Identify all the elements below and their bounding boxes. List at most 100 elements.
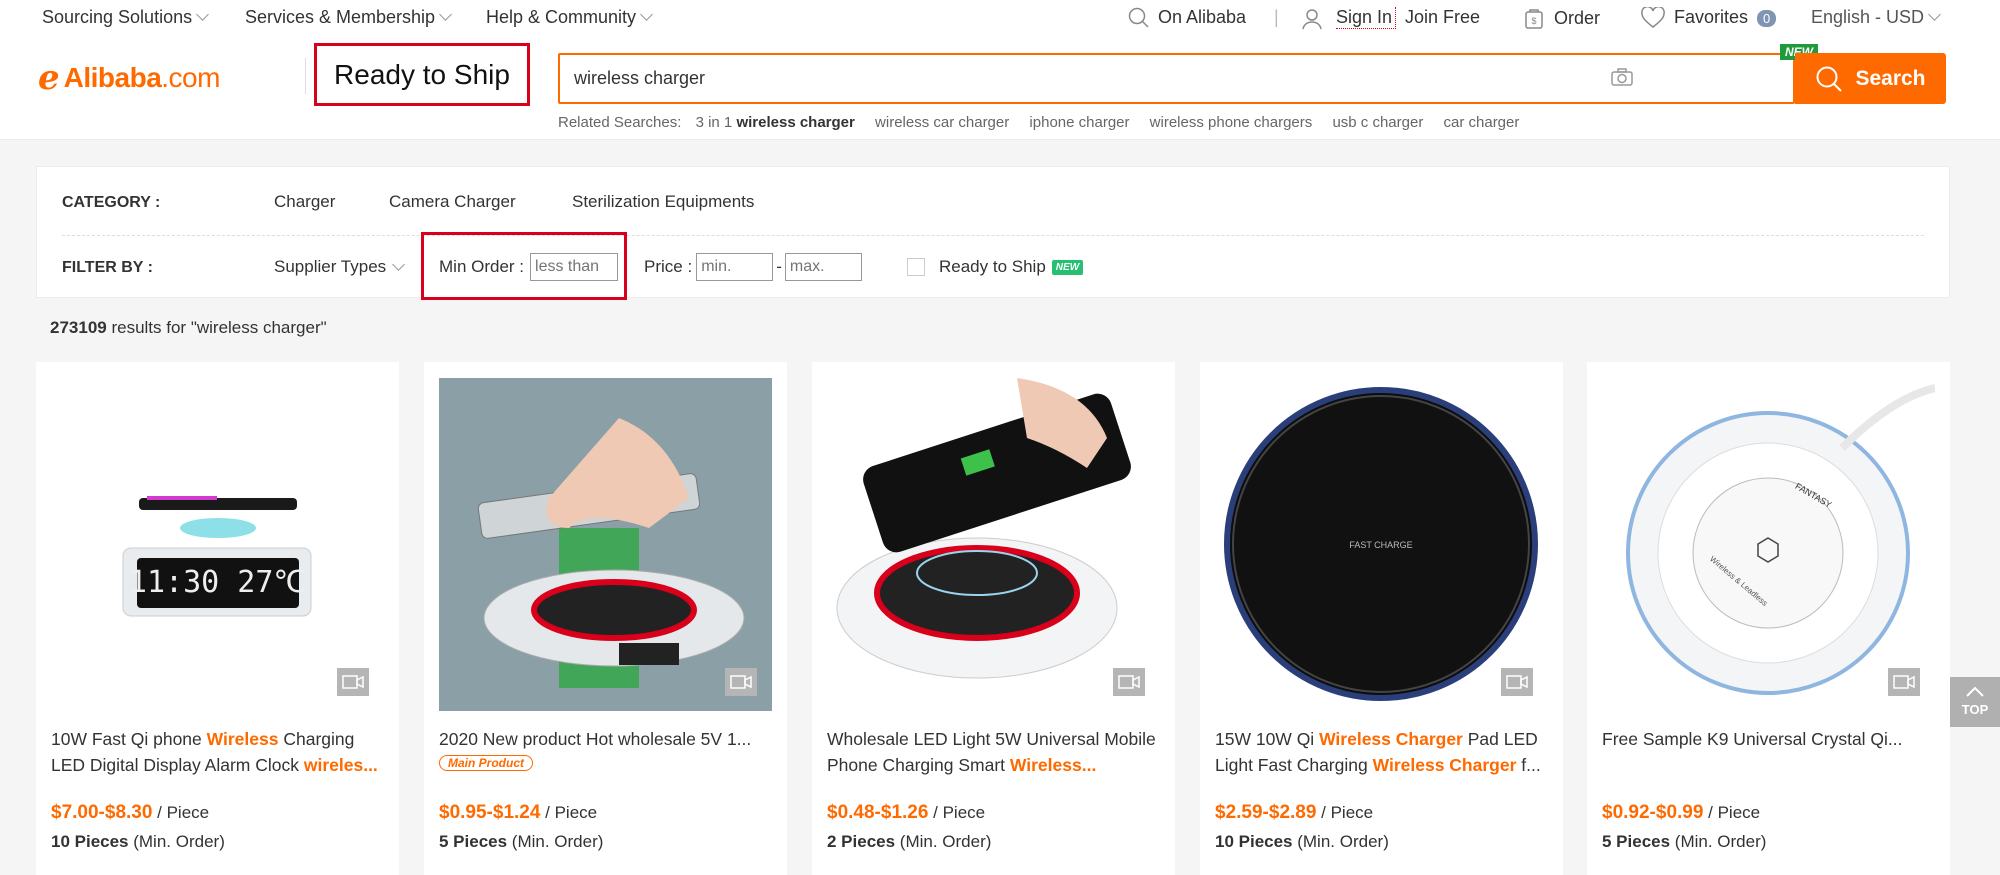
product-price: $2.59-$2.89 / Piece bbox=[1215, 802, 1374, 823]
product-price: $7.00-$8.30 / Piece bbox=[51, 802, 210, 823]
main-product-badge: Main Product bbox=[439, 754, 534, 774]
product-card[interactable]: FAST CHARGE 15W 10W Qi Wireless Charger … bbox=[1200, 362, 1563, 875]
product-image[interactable]: FANTASY Wireless & Leadless bbox=[1602, 378, 1935, 711]
product-image[interactable]: FAST CHARGE bbox=[1215, 378, 1548, 711]
ready-to-ship-checkbox[interactable] bbox=[907, 258, 925, 276]
favorites-link[interactable]: Favorites 0 bbox=[1640, 6, 1777, 29]
related-searches: Related Searches: 3 in 1 wireless charge… bbox=[558, 114, 1535, 131]
min-order-highlight bbox=[421, 232, 627, 300]
product-min-order: 10 Pieces (Min. Order) bbox=[1215, 832, 1389, 851]
product-card[interactable]: Wholesale LED Light 5W Universal Mobile … bbox=[812, 362, 1175, 875]
related-search-item[interactable]: wireless phone chargers bbox=[1150, 114, 1313, 131]
filter-by-label: FILTER BY : bbox=[62, 259, 153, 276]
heart-icon bbox=[1641, 6, 1665, 29]
product-min-order: 2 Pieces (Min. Order) bbox=[827, 832, 992, 851]
user-icon bbox=[1302, 9, 1322, 30]
search-button-label: Search bbox=[1855, 66, 1926, 90]
nav-help-label: Help & Community bbox=[486, 7, 637, 27]
favorites-label: Favorites bbox=[1674, 7, 1749, 27]
chevron-down-icon bbox=[439, 8, 452, 21]
video-icon[interactable] bbox=[337, 668, 369, 696]
divider bbox=[62, 235, 1924, 236]
category-camera-charger[interactable]: Camera Charger bbox=[389, 192, 516, 212]
related-search-item[interactable]: wireless car charger bbox=[875, 114, 1009, 131]
logo-divider bbox=[305, 58, 306, 94]
back-to-top-button[interactable]: TOP bbox=[1950, 677, 2000, 727]
price-dash: - bbox=[776, 257, 782, 276]
product-min-order: 5 Pieces (Min. Order) bbox=[1602, 832, 1767, 851]
category-sterilization-equipments[interactable]: Sterilization Equipments bbox=[572, 192, 754, 212]
crystal-charging-pad-image: FANTASY Wireless & Leadless bbox=[1626, 384, 1935, 695]
product-image[interactable]: 11:30 27℃ bbox=[51, 378, 384, 711]
search-icon bbox=[1128, 8, 1149, 28]
nav-sourcing-label: Sourcing Solutions bbox=[42, 7, 193, 27]
product-image[interactable] bbox=[439, 378, 772, 711]
search-input[interactable]: wireless charger bbox=[574, 68, 705, 89]
product-title[interactable]: Free Sample K9 Universal Crystal Qi... bbox=[1602, 726, 1935, 778]
price-filter: Price : - bbox=[644, 251, 862, 283]
ready-to-ship-title[interactable]: Ready to Ship bbox=[314, 43, 530, 106]
chevron-down-icon bbox=[196, 8, 209, 21]
language-label: English - USD bbox=[1811, 7, 1925, 27]
favorites-count-badge: 0 bbox=[1757, 9, 1777, 27]
ready-to-ship-filter[interactable]: Ready to Ship NEW bbox=[907, 251, 1084, 283]
price-label: Price : bbox=[644, 257, 693, 276]
product-title[interactable]: Wholesale LED Light 5W Universal Mobile … bbox=[827, 726, 1160, 778]
product-title[interactable]: 15W 10W Qi Wireless Charger Pad LED Ligh… bbox=[1215, 726, 1548, 778]
on-alibaba-search[interactable]: On Alibaba bbox=[1128, 7, 1246, 29]
price-max-input[interactable] bbox=[784, 253, 862, 281]
nav-help-community[interactable]: Help & Community bbox=[486, 7, 653, 28]
results-text: results for "wireless charger" bbox=[106, 318, 327, 337]
on-alibaba-label: On Alibaba bbox=[1158, 7, 1247, 27]
chevron-up-icon bbox=[1966, 686, 1984, 697]
category-label: CATEGORY : bbox=[62, 194, 161, 211]
product-image[interactable] bbox=[827, 378, 1160, 711]
product-price: $0.48-$1.26 / Piece bbox=[827, 802, 986, 823]
alarm-clock-charger-image: 11:30 27℃ bbox=[122, 496, 312, 617]
video-icon[interactable] bbox=[1888, 668, 1920, 696]
filter-panel: CATEGORY : Charger Camera Charger Steril… bbox=[36, 166, 1950, 298]
related-searches-label: Related Searches: bbox=[558, 114, 682, 131]
sign-in-link[interactable]: Sign In bbox=[1336, 7, 1397, 29]
video-icon[interactable] bbox=[1113, 668, 1145, 696]
video-icon[interactable] bbox=[1501, 668, 1533, 696]
search-button[interactable]: Search bbox=[1795, 53, 1946, 104]
product-card[interactable]: 2020 New product Hot wholesale 5V 1... M… bbox=[424, 362, 787, 875]
related-search-item[interactable]: car charger bbox=[1444, 114, 1520, 131]
alibaba-logo[interactable]: ℯ Alibaba.com bbox=[38, 58, 220, 98]
product-card[interactable]: 11:30 27℃ 10W Fast Qi phone Wireless Cha… bbox=[36, 362, 399, 875]
join-free-link[interactable]: Join Free bbox=[1405, 7, 1480, 28]
search-bar[interactable]: wireless charger bbox=[558, 53, 1795, 104]
alibaba-logo-text: Alibaba.com bbox=[63, 62, 221, 93]
supplier-types-dropdown[interactable]: Supplier Types bbox=[274, 251, 406, 283]
round-charging-pad-image: FAST CHARGE bbox=[1224, 387, 1538, 701]
product-title[interactable]: 10W Fast Qi phone Wireless Charging LED … bbox=[51, 726, 384, 778]
ready-to-ship-label: Ready to Ship bbox=[939, 257, 1046, 276]
related-search-item[interactable]: usb c charger bbox=[1332, 114, 1423, 131]
svg-text:FAST CHARGE: FAST CHARGE bbox=[1349, 540, 1412, 550]
crystal-charger-hand-image bbox=[439, 378, 772, 711]
wireless-charger-phone-image bbox=[836, 378, 1131, 679]
main-product-label: Main Product bbox=[439, 755, 534, 771]
svg-text:11:30 27℃: 11:30 27℃ bbox=[129, 565, 307, 600]
language-currency-selector[interactable]: English - USD bbox=[1811, 7, 1941, 28]
alibaba-logo-mark: ℯ bbox=[38, 58, 60, 98]
product-price: $0.95-$1.24 / Piece bbox=[439, 802, 598, 823]
product-card[interactable]: FANTASY Wireless & Leadless Free Sample … bbox=[1587, 362, 1950, 875]
related-search-item[interactable]: 3 in 1 wireless charger bbox=[696, 114, 855, 131]
svg-text:$: $ bbox=[1531, 16, 1536, 26]
nav-sourcing-solutions[interactable]: Sourcing Solutions bbox=[42, 7, 209, 28]
category-charger[interactable]: Charger bbox=[274, 192, 335, 212]
price-min-input[interactable] bbox=[696, 253, 774, 281]
related-search-item[interactable]: iphone charger bbox=[1029, 114, 1129, 131]
nav-services-membership[interactable]: Services & Membership bbox=[245, 7, 452, 28]
top-nav: Sourcing Solutions Services & Membership… bbox=[0, 0, 2000, 38]
search-icon bbox=[1816, 66, 1843, 92]
supplier-types-label: Supplier Types bbox=[274, 257, 387, 276]
results-number: 273109 bbox=[50, 318, 107, 337]
back-to-top-label: TOP bbox=[1961, 702, 1989, 717]
video-icon[interactable] bbox=[725, 668, 757, 696]
order-link[interactable]: $ Order bbox=[1522, 7, 1600, 31]
camera-icon[interactable] bbox=[1611, 68, 1633, 86]
nav-divider: | bbox=[1274, 7, 1279, 27]
